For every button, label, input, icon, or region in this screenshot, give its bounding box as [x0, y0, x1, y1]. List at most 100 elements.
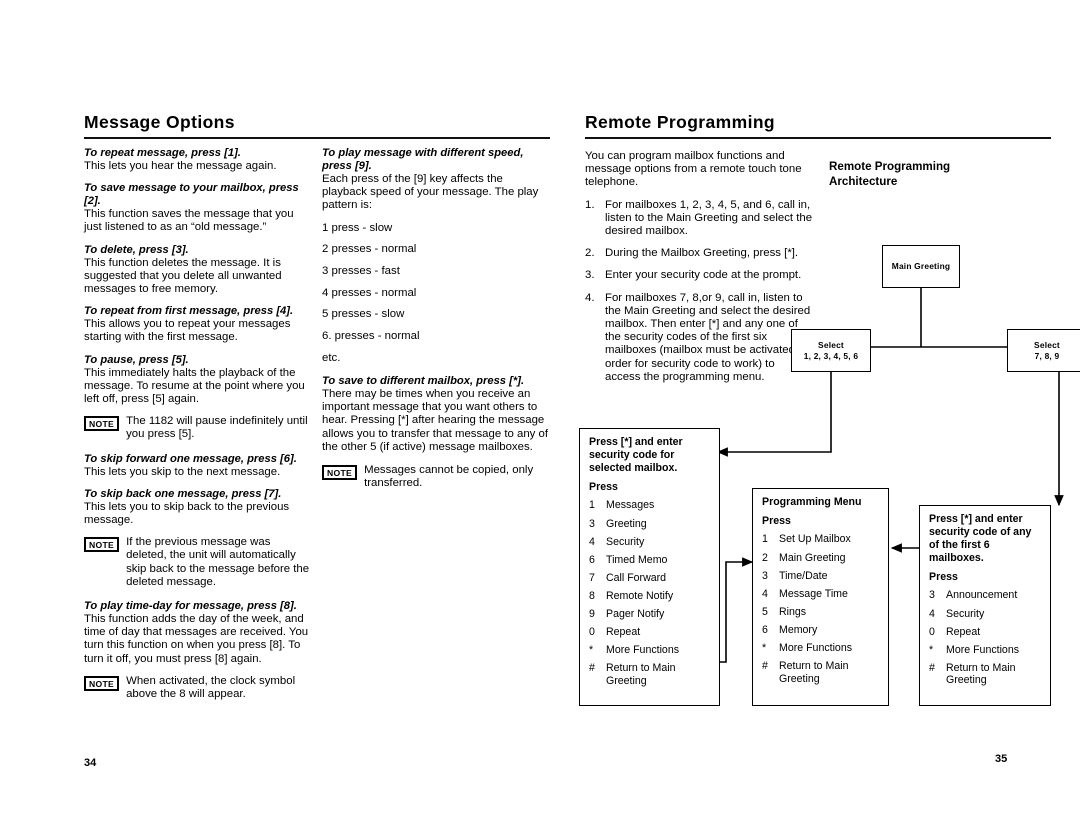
menu-row: * More Functions — [762, 642, 880, 655]
step-item: 2. During the Mailbox Greeting, press [*… — [585, 247, 813, 260]
step-text: For mailboxes 1, 2, 3, 4, 5, and 6, call… — [605, 198, 813, 238]
step-text: Enter your security code at the prompt. — [605, 269, 802, 282]
menu-label: Messages — [606, 499, 655, 512]
menu-label: Timed Memo — [606, 553, 668, 566]
entry-lead: To save to different mailbox, press [*]. — [322, 375, 525, 388]
menu-key: * — [762, 641, 767, 654]
entry-save-different-mailbox: To save to different mailbox, press [*].… — [322, 375, 550, 454]
speed-pattern-list: 1 press - slow 2 presses - normal 3 pres… — [322, 222, 550, 365]
menu-row: # Return to Main Greeting — [762, 660, 880, 685]
entry-lead: To delete, press [3]. — [84, 243, 189, 256]
menu-row: 6 Timed Memo — [589, 554, 711, 567]
menu-key: 3 — [762, 569, 768, 582]
entry-pause: To pause, press [5]. This immediately ha… — [84, 354, 310, 407]
menu-row: 8 Remote Notify — [589, 590, 711, 603]
menu-label: Pager Notify — [606, 607, 665, 620]
entry-body: This lets you skip to the next message. — [84, 465, 281, 478]
diagram-box-label: Main Greeting — [891, 261, 951, 271]
right-page-header: Remote Programming — [585, 112, 1051, 139]
page-number-left: 34 — [84, 757, 97, 769]
speed-item: 3 presses - fast — [322, 265, 400, 278]
diagram-box-label-line2: 7, 8, 9 — [1034, 350, 1060, 361]
menu-row: 3 Greeting — [589, 518, 711, 531]
architecture-heading-line2: Architecture — [829, 174, 898, 188]
diagram-box-programming-menu: Programming Menu Press 1 Set Up Mailbox 2… — [752, 488, 889, 706]
diagram-box-label-line1: Select — [1034, 339, 1060, 350]
title-rule — [585, 137, 1051, 139]
note-text: If the previous message was deleted, the… — [126, 536, 310, 588]
menu-row: 2 Main Greeting — [762, 552, 880, 565]
menu-key: 4 — [589, 535, 595, 548]
menu-row: 4 Security — [929, 608, 1042, 621]
menu-header: Press [*] and enter security code of any… — [929, 513, 1032, 564]
menu-key: 0 — [589, 626, 595, 639]
speed-item: 5 presses - slow — [322, 308, 405, 321]
entry-body: This allows you to repeat your messages … — [84, 318, 291, 344]
step-number: 3. — [585, 269, 595, 282]
menu-key: 4 — [929, 607, 935, 620]
entry-lead: To skip back one message, press [7]. — [84, 487, 282, 500]
menu-key: 6 — [589, 553, 595, 566]
page-title: Message Options — [84, 112, 235, 132]
menu-key: # — [762, 660, 768, 673]
diagram-box-label-line2: 1, 2, 3, 4, 5, 6 — [803, 350, 859, 361]
note-pause-indefinitely: NOTE The 1182 will pause indefinitely un… — [84, 415, 310, 441]
step-text: During the Mailbox Greeting, press [*]. — [605, 247, 799, 260]
diagram-box-first6-menu: Press [*] and enter security code of any… — [919, 505, 1051, 706]
entry-body: This lets you to skip back to the previo… — [84, 500, 290, 527]
menu-label: Repeat — [606, 626, 641, 639]
menu-row: 0 Repeat — [589, 626, 711, 639]
left-column-1: To repeat message, press [1]. This lets … — [84, 147, 310, 712]
diagram-box-mailbox-menu: Press [*] and enter security code for se… — [579, 428, 720, 706]
menu-header: Programming Menu — [762, 496, 862, 508]
note-text: The 1182 will pause indefinitely until y… — [126, 415, 308, 441]
menu-press-label: Press — [929, 571, 958, 583]
menu-label: Set Up Mailbox — [779, 533, 851, 546]
step-number: 4. — [585, 291, 595, 304]
menu-key: 3 — [929, 589, 935, 602]
menu-row: 4 Security — [589, 536, 711, 549]
menu-label: More Functions — [779, 641, 853, 654]
menu-label: Message Time — [779, 587, 848, 600]
step-item: 4. For mailboxes 7, 8,or 9, call in, lis… — [585, 292, 813, 384]
architecture-heading-line1: Remote Programming — [829, 160, 951, 173]
entry-body: This lets you hear the message again. — [84, 160, 277, 172]
menu-key: # — [589, 662, 595, 675]
entry-body: This function saves the message that you… — [84, 208, 294, 234]
menu-row: 3 Announcement — [929, 589, 1042, 602]
menu-key: 3 — [589, 517, 595, 530]
note-text: When activated, the clock symbol above t… — [126, 674, 296, 701]
entry-body: There may be times when you receive an i… — [322, 388, 549, 453]
left-page-header: Message Options — [84, 112, 550, 139]
menu-label: More Functions — [606, 644, 680, 657]
step-item: 3. Enter your security code at the promp… — [585, 269, 813, 282]
note-tag: NOTE — [84, 416, 120, 432]
menu-row: 0 Repeat — [929, 626, 1042, 639]
entry-repeat-from-first: To repeat from first message, press [4].… — [84, 305, 310, 344]
entry-lead: To play time-day for message, press [8]. — [84, 600, 297, 613]
menu-row: * More Functions — [589, 644, 711, 657]
numbered-step-list: 1. For mailboxes 1, 2, 3, 4, 5, and 6, c… — [585, 199, 813, 384]
speed-item: 2 presses - normal — [322, 243, 417, 256]
menu-row: * More Functions — [929, 644, 1042, 657]
entry-body: Each press of the [9] key affects the pl… — [322, 173, 539, 212]
speed-item: 4 presses - normal — [322, 286, 417, 299]
right-page: Remote Programming You can program mailb… — [540, 0, 1080, 837]
menu-row: # Return to Main Greeting — [589, 662, 711, 687]
menu-label: Announcement — [946, 589, 1018, 602]
speed-item: 6. presses - normal — [322, 330, 420, 343]
step-number: 1. — [585, 198, 595, 211]
step-text: For mailboxes 7, 8,or 9, call in, listen… — [605, 291, 811, 383]
speed-item-etc: etc. — [322, 351, 341, 364]
diagram-box-select-7-9: Select 7, 8, 9 — [1007, 329, 1080, 372]
menu-key: 7 — [589, 571, 595, 584]
intro-paragraph: You can program mailbox functions and me… — [585, 150, 802, 189]
note-tag: NOTE — [322, 465, 358, 481]
entry-lead: To pause, press [5]. — [84, 353, 189, 366]
menu-row: # Return to Main Greeting — [929, 662, 1042, 687]
menu-label: Time/Date — [779, 569, 828, 582]
remote-programming-steps: You can program mailbox functions and me… — [585, 150, 813, 393]
note-tag: NOTE — [84, 537, 120, 553]
note-cannot-be-copied: NOTE Messages cannot be copied, only tra… — [322, 464, 550, 490]
menu-key: 9 — [589, 607, 595, 620]
